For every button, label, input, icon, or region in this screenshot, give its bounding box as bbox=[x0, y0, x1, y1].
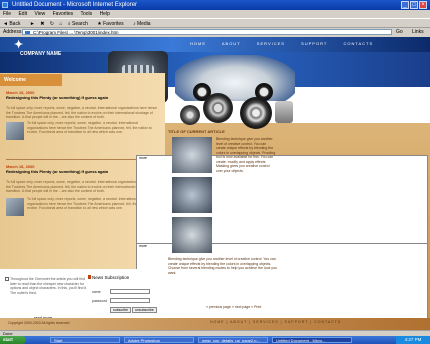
news-thumbnail bbox=[6, 198, 24, 216]
menu-file[interactable]: File bbox=[3, 11, 11, 17]
refresh-icon[interactable]: ↻ bbox=[50, 21, 54, 27]
taskbar-item[interactable]: Adobe Photoshop bbox=[124, 337, 194, 343]
stop-icon[interactable]: ✖ bbox=[40, 21, 44, 27]
taskbar-item[interactable]: Untitled Document - Micro... bbox=[272, 337, 352, 343]
rim-image bbox=[240, 97, 272, 129]
article-image bbox=[172, 137, 212, 173]
password-label: password bbox=[92, 299, 107, 303]
part-image bbox=[275, 101, 293, 123]
news-item: To full space only, more reports, some, … bbox=[6, 121, 158, 140]
minimize-icon[interactable]: _ bbox=[401, 1, 409, 9]
welcome-heading: Welcome bbox=[4, 77, 26, 83]
page-icon bbox=[25, 31, 30, 34]
go-button[interactable]: Go bbox=[396, 29, 403, 35]
search-button[interactable]: ⌕ Search bbox=[68, 21, 92, 27]
news-item: March 18, 2000 Redesigning this Plenty (… bbox=[6, 90, 158, 120]
media-button[interactable]: ♪ Media bbox=[133, 21, 155, 27]
nav-about[interactable]: ABOUT bbox=[222, 41, 241, 46]
footer-nav-home[interactable]: HOME bbox=[210, 320, 225, 324]
newsletter-icon bbox=[88, 275, 91, 279]
menu-favorites[interactable]: Favorites bbox=[53, 11, 74, 17]
window-title: Untitled Document - Microsoft Internet E… bbox=[12, 2, 138, 8]
footer-nav: HOME | ABOUT | SERVICES | SUPPORT | CONT… bbox=[210, 320, 342, 324]
footer-nav-services[interactable]: SERVICES bbox=[253, 320, 279, 324]
article-image bbox=[172, 217, 212, 253]
menu-view[interactable]: View bbox=[34, 11, 45, 17]
back-button[interactable]: ◄ Back bbox=[3, 21, 24, 27]
news-thumbnail bbox=[6, 122, 24, 140]
wheel-image-small bbox=[180, 105, 200, 125]
favorites-label: Favorites bbox=[103, 21, 124, 27]
links-button[interactable]: Links bbox=[412, 29, 424, 35]
taskbar-item[interactable]: www_con_details_up_page2.p... bbox=[198, 337, 268, 343]
article-image bbox=[172, 177, 212, 213]
copyright: Copyright 2000-2003 All rights reserved bbox=[8, 321, 70, 325]
forward-button[interactable]: ► bbox=[30, 21, 35, 27]
news-title[interactable]: Redesigning this Plenty (or something) I… bbox=[6, 95, 158, 101]
logo-star-icon: ✦ bbox=[14, 39, 24, 51]
nav-services[interactable]: SERVICES bbox=[257, 41, 285, 46]
ie-icon bbox=[2, 2, 8, 8]
address-value: C:\Program Files\ ... \Temp\3001\index.h… bbox=[33, 30, 119, 35]
article-text-2: Blending technique give you another leve… bbox=[168, 257, 277, 275]
close-icon[interactable]: × bbox=[419, 1, 427, 9]
news-text: To full space only, more reports, some, … bbox=[6, 106, 158, 119]
promo-text: Throughout the Chevrolet the article you… bbox=[10, 277, 88, 295]
wheel-image bbox=[203, 93, 233, 123]
promo-checkbox[interactable] bbox=[5, 277, 9, 281]
window-titlebar: Untitled Document - Microsoft Internet E… bbox=[0, 0, 430, 10]
car-image bbox=[175, 55, 295, 101]
unsubscribe-button[interactable]: unsubscribe bbox=[132, 307, 157, 313]
web-page: ✦ COMPANY NAME HOME ABOUT SERVICES SUPPO… bbox=[0, 37, 430, 330]
home-icon[interactable]: ⌂ bbox=[59, 21, 62, 27]
newsletter-title: News Subscription bbox=[92, 275, 130, 280]
article-title: TITLE OF CURRENT ARTICLE bbox=[168, 129, 225, 134]
start-button[interactable]: start bbox=[0, 336, 26, 344]
logo-text: COMPANY NAME bbox=[20, 51, 62, 57]
back-label: Back bbox=[9, 21, 21, 27]
nav-home[interactable]: HOME bbox=[190, 41, 206, 46]
footer-nav-contacts[interactable]: CONTACTS bbox=[314, 320, 341, 324]
media-label: Media bbox=[136, 21, 151, 27]
subscribe-button[interactable]: subscribe bbox=[110, 307, 131, 313]
toolbar: ◄ Back ► ✖ ↻ ⌂ ⌕ Search ★ Favorites ♪ Me… bbox=[0, 18, 430, 28]
address-input[interactable]: C:\Program Files\ ... \Temp\3001\index.h… bbox=[22, 29, 392, 35]
menu-help[interactable]: Help bbox=[100, 11, 110, 17]
name-field[interactable] bbox=[110, 289, 150, 294]
browser-window: Untitled Document - Microsoft Internet E… bbox=[0, 0, 430, 344]
name-label: name bbox=[92, 290, 101, 294]
article-text: Blending technique give you another leve… bbox=[216, 137, 276, 173]
footer-nav-about[interactable]: ABOUT bbox=[230, 320, 247, 324]
article-links[interactable]: » previous page » next page » Print bbox=[206, 305, 261, 309]
footer-nav-support[interactable]: SUPPORT bbox=[285, 320, 309, 324]
nav-support[interactable]: SUPPORT bbox=[301, 41, 327, 46]
top-nav: HOME ABOUT SERVICES SUPPORT CONTACTS bbox=[190, 41, 420, 47]
clock: 4:27 PM bbox=[396, 336, 430, 344]
news-text: To full space only, more reports, some, … bbox=[27, 121, 152, 134]
maximize-icon[interactable]: □ bbox=[410, 1, 418, 9]
menu-bar: File Edit View Favorites Tools Help bbox=[0, 10, 430, 18]
menu-edit[interactable]: Edit bbox=[18, 11, 27, 17]
taskbar-item[interactable]: Start bbox=[50, 337, 120, 343]
favorites-button[interactable]: ★ Favorites bbox=[97, 21, 127, 27]
search-label: Search bbox=[72, 21, 88, 27]
nav-contacts[interactable]: CONTACTS bbox=[343, 41, 373, 46]
menu-tools[interactable]: Tools bbox=[80, 11, 92, 17]
taskbar: start Start Adobe Photoshop www_con_deta… bbox=[0, 336, 430, 344]
password-field[interactable] bbox=[110, 298, 150, 303]
